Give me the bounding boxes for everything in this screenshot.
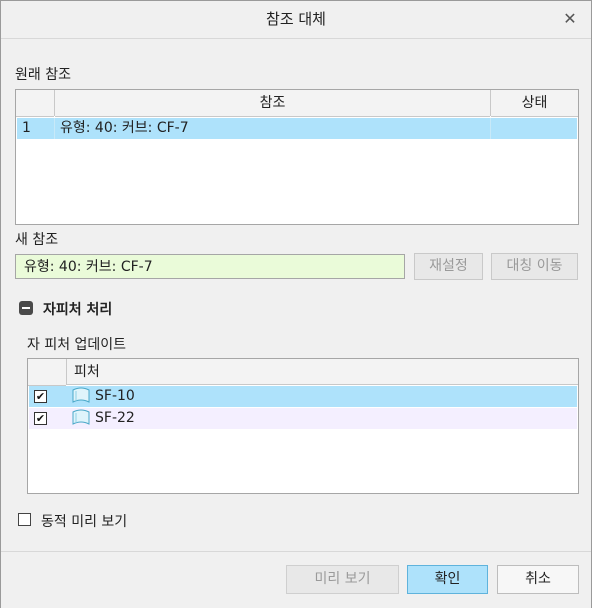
row-status <box>495 118 575 139</box>
dialog-title: 참조 대체 <box>266 10 326 28</box>
table-row[interactable]: ✔ SF-22 <box>29 408 577 429</box>
table-row[interactable]: ✔ SF-10 <box>29 386 577 407</box>
collapse-icon[interactable] <box>19 301 33 315</box>
close-icon[interactable]: ✕ <box>561 10 579 28</box>
row-reference: 유형: 40: 커브: CF-7 <box>60 120 189 136</box>
table-row[interactable]: 1 유형: 40: 커브: CF-7 <box>17 118 577 139</box>
index-column-header <box>16 90 54 117</box>
status-column-header[interactable]: 상태 <box>491 90 578 117</box>
child-feature-table: 피처 ✔ SF-10 ✔ SF-22 <box>27 358 579 494</box>
original-reference-label: 원래 참조 <box>15 67 71 83</box>
cancel-button[interactable]: 취소 <box>497 565 579 594</box>
title-bar: 참조 대체 ✕ <box>1 1 591 39</box>
ok-button[interactable]: 확인 <box>407 565 488 594</box>
feature-column-header[interactable]: 피처 <box>67 359 578 385</box>
replace-reference-dialog: 참조 대체 ✕ 원래 참조 참조 상태 1 유형: 40: 커브: CF-7 새… <box>0 0 592 608</box>
feature-name: SF-10 <box>95 388 135 404</box>
surface-feature-icon <box>72 387 90 403</box>
original-reference-table: 참조 상태 1 유형: 40: 커브: CF-7 <box>15 89 579 225</box>
dynamic-preview-label: 동적 미리 보기 <box>41 514 128 530</box>
update-checkbox[interactable]: ✔ <box>34 412 47 425</box>
reference-column-header[interactable]: 참조 <box>55 90 490 117</box>
new-reference-label: 새 참조 <box>15 232 59 248</box>
preview-button[interactable]: 미리 보기 <box>286 565 399 594</box>
surface-feature-icon <box>72 409 90 425</box>
update-children-label: 자 피처 업데이트 <box>27 337 127 353</box>
footer-bar: 미리 보기 확인 취소 <box>1 551 591 608</box>
feature-name: SF-22 <box>95 410 135 426</box>
child-handling-title: 자피처 처리 <box>43 302 113 318</box>
row-index: 1 <box>22 120 31 136</box>
update-checkbox[interactable]: ✔ <box>34 390 47 403</box>
check-column-header <box>28 359 66 386</box>
new-reference-field[interactable]: 유형: 40: 커브: CF-7 <box>15 254 405 279</box>
reset-button[interactable]: 재설정 <box>414 253 483 280</box>
flip-button[interactable]: 대칭 이동 <box>491 253 578 280</box>
dynamic-preview-checkbox[interactable] <box>18 513 31 526</box>
